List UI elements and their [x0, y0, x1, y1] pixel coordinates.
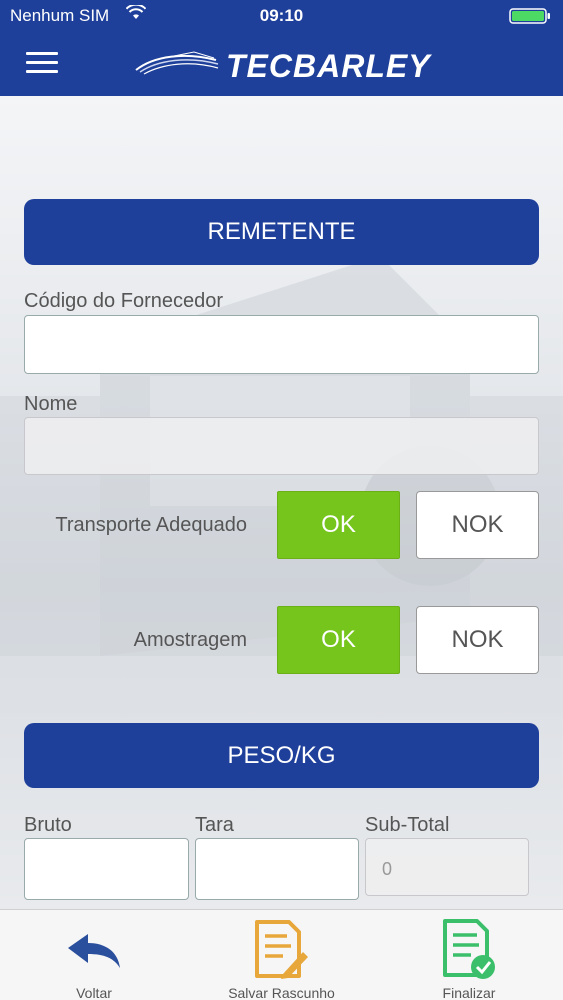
amostragem-nok-button[interactable]: NOK: [416, 606, 539, 674]
nav-bar: TECBARLEY: [0, 32, 563, 96]
transporte-ok-button[interactable]: OK: [277, 491, 400, 559]
transporte-adequado-label: Transporte Adequado: [55, 514, 247, 536]
peso-kg-section-header: PESO/KG: [24, 723, 539, 788]
voltar-label: Voltar: [76, 985, 112, 1000]
bruto-input[interactable]: [24, 838, 189, 900]
form-background: REMETENTE Código do Fornecedor Nome Tran…: [0, 96, 563, 909]
draft-document-icon: [255, 920, 308, 979]
salvar-rascunho-label: Salvar Rascunho: [228, 985, 335, 1000]
tara-input[interactable]: [195, 838, 359, 900]
subtotal-input[interactable]: 0: [365, 838, 529, 896]
tara-label: Tara: [195, 814, 234, 836]
nome-input[interactable]: [24, 417, 539, 475]
remetente-section-header: REMETENTE: [24, 199, 539, 265]
amostragem-label: Amostragem: [133, 629, 247, 651]
voltar-button[interactable]: Voltar: [40, 910, 148, 1000]
tecbarley-logo: TECBARLEY: [134, 42, 434, 84]
finalizar-button[interactable]: Finalizar: [416, 910, 522, 1000]
hamburger-menu-icon[interactable]: [26, 52, 58, 76]
clock: 09:10: [259, 6, 304, 25]
subtotal-label: Sub-Total: [365, 814, 450, 836]
back-arrow-icon: [68, 934, 120, 968]
battery-icon: [509, 8, 550, 24]
logo-swoosh-icon: [135, 51, 219, 75]
finalize-document-icon: [443, 919, 495, 979]
bottom-toolbar: Voltar Salvar Rascunho Finalizar: [0, 909, 563, 1000]
logo-text: TECBARLEY: [226, 48, 431, 84]
codigo-fornecedor-label: Código do Fornecedor: [24, 290, 224, 312]
salvar-rascunho-button[interactable]: Salvar Rascunho: [210, 910, 353, 1000]
nome-label: Nome: [24, 393, 78, 415]
codigo-fornecedor-input[interactable]: [24, 315, 539, 374]
finalizar-label: Finalizar: [442, 985, 496, 1000]
transporte-nok-button[interactable]: NOK: [416, 491, 539, 559]
amostragem-ok-button[interactable]: OK: [277, 606, 400, 674]
status-bar: Nenhum SIM 09:10: [0, 0, 563, 32]
bruto-label: Bruto: [24, 814, 72, 836]
